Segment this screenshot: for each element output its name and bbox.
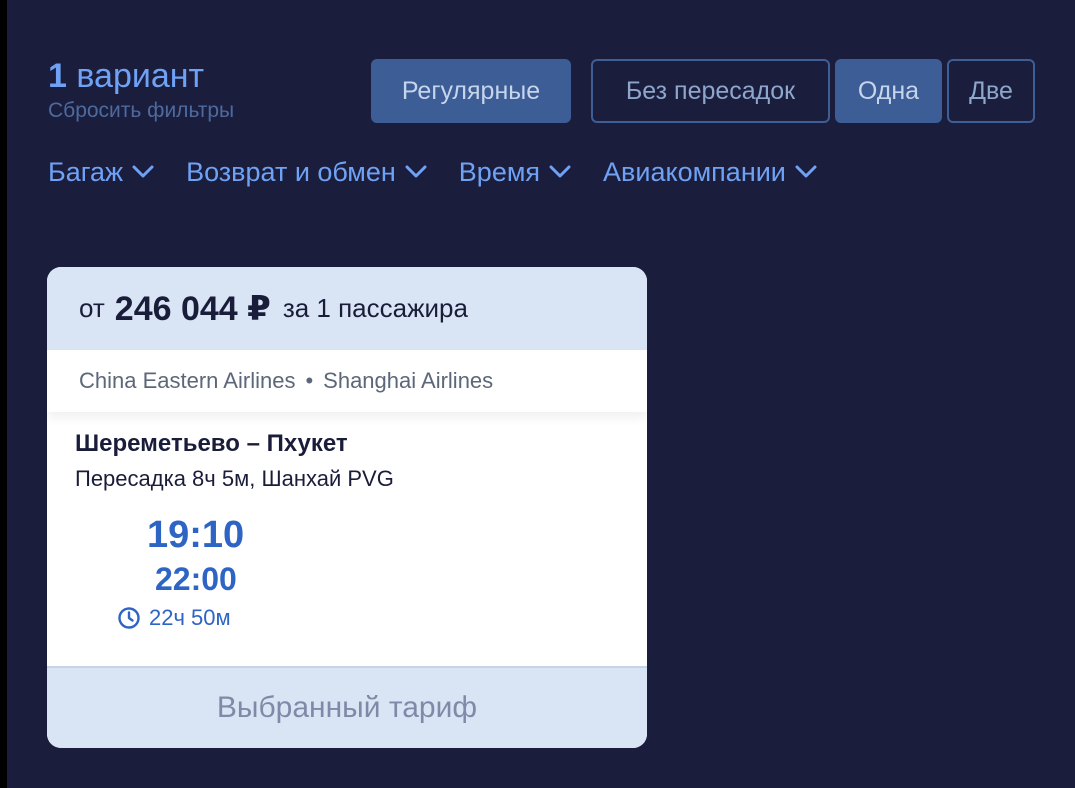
airlines-row: China Eastern Airlines • Shanghai Airlin… bbox=[47, 350, 647, 412]
chevron-down-icon bbox=[549, 165, 571, 178]
chevron-down-icon bbox=[132, 165, 154, 178]
ticket-price-header: от 246 044 ₽ за 1 пассажира bbox=[47, 267, 647, 350]
selected-fare-button[interactable]: Выбранный тариф bbox=[47, 666, 647, 748]
arrival-time: 22:00 bbox=[155, 561, 237, 597]
results-count: 1 вариант bbox=[48, 56, 234, 96]
filter-baggage[interactable]: Багаж bbox=[48, 154, 154, 190]
route-title: Шереметьево – Пхукет bbox=[75, 430, 348, 457]
chevron-down-icon bbox=[405, 165, 427, 178]
price-suffix: за 1 пассажира bbox=[282, 293, 468, 323]
filter-refund-label: Возврат и обмен bbox=[186, 157, 396, 187]
flight-duration: 22ч 50м bbox=[117, 605, 231, 631]
ticket-card[interactable]: от 246 044 ₽ за 1 пассажира China Easter… bbox=[47, 267, 647, 748]
filter-airlines[interactable]: Авиакомпании bbox=[603, 154, 817, 190]
filter-baggage-label: Багаж bbox=[48, 157, 124, 187]
filter-dropdowns: Багаж Возврат и обмен Время Авиакомпании bbox=[48, 154, 849, 190]
chip-nonstop[interactable]: Без пересадок bbox=[591, 59, 830, 123]
transfer-filter-chips: Регулярные Без пересадок Одна Две bbox=[371, 59, 1035, 123]
ticket-price: 246 044 ₽ bbox=[114, 289, 271, 328]
price-prefix: от bbox=[79, 293, 105, 323]
reset-filters-link[interactable]: Сбросить фильтры bbox=[48, 98, 234, 124]
airline-name: Shanghai Airlines bbox=[323, 368, 494, 393]
airline-separator: • bbox=[305, 368, 314, 393]
results-count-number: 1 bbox=[48, 57, 67, 95]
clock-icon bbox=[118, 607, 140, 629]
window-edge bbox=[0, 0, 7, 788]
transfer-info: Пересадка 8ч 5м, Шанхай PVG bbox=[75, 466, 394, 491]
results-header: 1 вариант Сбросить фильтры bbox=[48, 56, 234, 124]
filter-time-label: Время bbox=[458, 157, 541, 187]
filter-time[interactable]: Время bbox=[459, 154, 571, 190]
chip-regular[interactable]: Регулярные bbox=[371, 59, 571, 123]
chip-two-transfers[interactable]: Две bbox=[947, 59, 1035, 123]
airline-name: China Eastern Airlines bbox=[79, 368, 296, 393]
results-count-label: вариант bbox=[76, 57, 205, 95]
filter-refund[interactable]: Возврат и обмен bbox=[186, 154, 427, 190]
filter-airlines-label: Авиакомпании bbox=[603, 157, 786, 187]
chip-one-transfer[interactable]: Одна bbox=[835, 59, 942, 123]
chevron-down-icon bbox=[795, 165, 817, 178]
duration-text: 22ч 50м bbox=[149, 605, 231, 630]
route-info: Шереметьево – Пхукет Пересадка 8ч 5м, Ша… bbox=[75, 427, 394, 497]
departure-time: 19:10 bbox=[147, 514, 245, 556]
